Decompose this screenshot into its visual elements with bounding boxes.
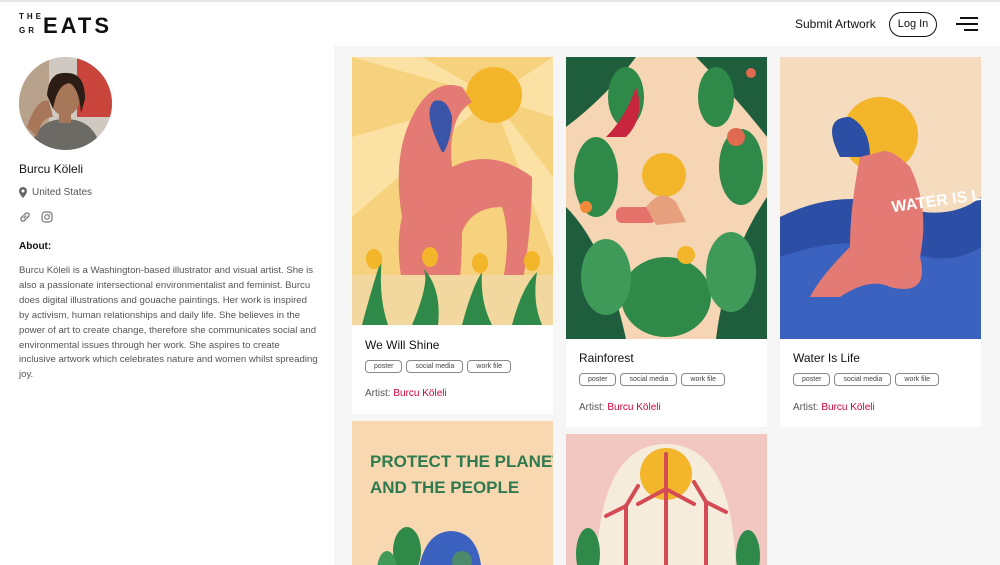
artwork-title[interactable]: Rainforest <box>579 351 634 365</box>
tag-social-media[interactable]: social media <box>620 373 678 386</box>
artwork-image-water-is-life[interactable]: WATER IS LIFE <box>780 57 981 339</box>
avatar <box>19 57 112 150</box>
artwork-image-wind-turbines[interactable] <box>566 434 767 565</box>
artwork-artist: Artist: Burcu Köleli <box>365 388 447 399</box>
location-text: United States <box>32 187 93 198</box>
artwork-title[interactable]: Water Is Life <box>793 351 860 365</box>
site-logo[interactable]: THE GR EATS <box>19 12 109 39</box>
artwork-title[interactable]: We Will Shine <box>365 338 439 352</box>
logo-greats-small: GR <box>19 26 37 35</box>
artwork-tags: poster social media work file <box>579 373 726 386</box>
link-icon[interactable] <box>19 211 31 223</box>
artwork-tags: poster social media work file <box>365 360 512 373</box>
artwork-card-wind-turbines[interactable] <box>566 434 767 565</box>
tag-poster[interactable]: poster <box>579 373 617 386</box>
about-text: Burcu Köleli is a Washington-based illus… <box>19 265 318 381</box>
artist-sidebar: Burcu Köleli United States About: Burcu … <box>0 46 334 565</box>
about-heading: About: <box>19 241 52 252</box>
submit-artwork-link[interactable]: Submit Artwork <box>795 17 876 31</box>
logo-the: THE <box>19 12 44 21</box>
tag-work-file[interactable]: work file <box>895 373 940 386</box>
artwork-image-we-will-shine[interactable] <box>352 57 553 325</box>
map-pin-icon <box>19 187 27 198</box>
artwork-card-protect-the-planet[interactable]: PROTECT THE PLANET AND THE PEOPLE <box>352 421 553 565</box>
artist-link[interactable]: Burcu Köleli <box>393 388 446 399</box>
login-button[interactable]: Log In <box>889 12 937 37</box>
instagram-icon[interactable] <box>41 211 53 223</box>
artist-prefix: Artist: <box>793 402 819 413</box>
tag-social-media[interactable]: social media <box>406 360 464 373</box>
artwork-tags: poster social media work file <box>793 373 940 386</box>
hamburger-menu-icon[interactable] <box>956 15 978 33</box>
artist-name: Burcu Köleli <box>19 162 84 176</box>
tag-poster[interactable]: poster <box>365 360 403 373</box>
artist-link[interactable]: Burcu Köleli <box>821 402 874 413</box>
tag-poster[interactable]: poster <box>793 373 831 386</box>
artwork-image-rainforest[interactable] <box>566 57 767 339</box>
site-header: THE GR EATS Submit Artwork Log In <box>0 2 1000 46</box>
tag-work-file[interactable]: work file <box>681 373 726 386</box>
protect-line1-art-text: PROTECT THE PLANET <box>370 452 553 471</box>
social-links <box>19 211 53 223</box>
artwork-card-water-is-life[interactable]: WATER IS LIFE Water Is Life poster socia… <box>780 57 981 427</box>
artwork-image-protect-the-planet[interactable]: PROTECT THE PLANET AND THE PEOPLE <box>352 421 553 565</box>
artwork-card-we-will-shine[interactable]: We Will Shine poster social media work f… <box>352 57 553 414</box>
artwork-card-rainforest[interactable]: Rainforest poster social media work file… <box>566 57 767 427</box>
tag-work-file[interactable]: work file <box>467 360 512 373</box>
tag-social-media[interactable]: social media <box>834 373 892 386</box>
artist-prefix: Artist: <box>579 402 605 413</box>
artwork-artist: Artist: Burcu Köleli <box>579 402 661 413</box>
artist-link[interactable]: Burcu Köleli <box>607 402 660 413</box>
protect-line2-art-text: AND THE PEOPLE <box>370 478 519 497</box>
location: United States <box>19 187 92 198</box>
artwork-grid: We Will Shine poster social media work f… <box>334 46 1000 565</box>
logo-greats: EATS <box>43 13 113 38</box>
artist-prefix: Artist: <box>365 388 391 399</box>
artwork-artist: Artist: Burcu Köleli <box>793 402 875 413</box>
